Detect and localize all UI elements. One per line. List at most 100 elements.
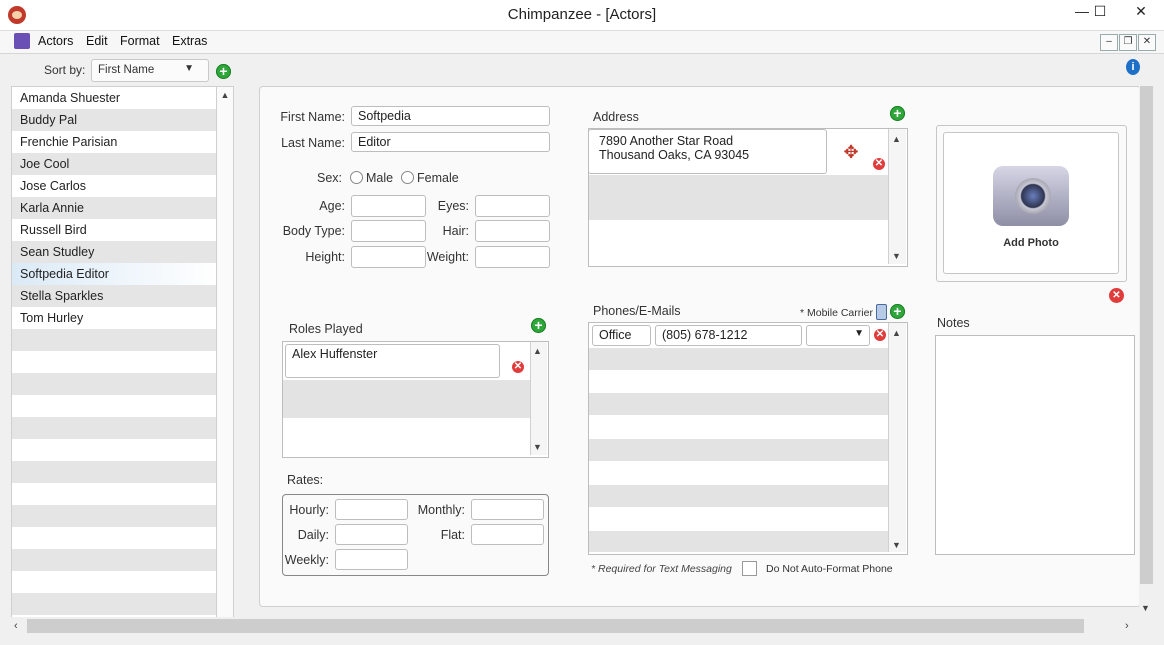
mdi-minimize-icon[interactable]: – (1100, 34, 1118, 51)
horizontal-scrollbar-thumb[interactable] (27, 619, 1084, 633)
hair-label: Hair: (442, 224, 469, 238)
chevron-down-icon: ▼ (854, 328, 864, 339)
delete-address-icon[interactable]: ✕ (873, 158, 885, 170)
sort-select-value: First Name (98, 64, 155, 76)
last-name-field[interactable]: Editor (351, 132, 550, 152)
monthly-label: Monthly: (417, 503, 465, 517)
sort-label: Sort by: (44, 63, 86, 77)
last-name-label: Last Name: (281, 136, 345, 150)
weekly-field[interactable] (335, 549, 408, 570)
actor-row[interactable]: Frenchie Parisian (12, 131, 217, 153)
female-radio[interactable] (401, 171, 414, 184)
phones-scrollbar[interactable] (888, 323, 906, 552)
add-role-icon[interactable]: + (531, 318, 546, 333)
camera-icon (993, 166, 1069, 226)
eyes-field[interactable] (475, 195, 550, 217)
menu-extras[interactable]: Extras (172, 34, 207, 48)
hourly-label: Hourly: (289, 503, 329, 517)
no-autoformat-checkbox[interactable] (742, 561, 757, 576)
actor-row[interactable]: Amanda Shuester (12, 87, 217, 109)
carrier-select[interactable]: ▼ (806, 325, 870, 346)
male-label: Male (366, 171, 394, 185)
add-photo-label: Add Photo (1003, 237, 1059, 249)
window-title: Chimpanzee - [Actors] (507, 6, 657, 23)
add-phone-icon[interactable]: + (890, 304, 905, 319)
actor-row[interactable]: Tom Hurley (12, 307, 217, 329)
role-item[interactable]: Alex Huffenster (285, 344, 500, 378)
maximize-icon[interactable]: ☐ (1082, 0, 1118, 22)
close-icon[interactable]: ✕ (1118, 0, 1164, 22)
actor-row[interactable]: Jose Carlos (12, 175, 217, 197)
empty-row (12, 329, 217, 351)
scroll-up-icon[interactable]: ▲ (533, 346, 542, 356)
notes-textarea[interactable] (935, 335, 1135, 555)
phone-number-field[interactable]: (805) 678-1212 (655, 325, 802, 346)
scroll-down-icon[interactable]: ▼ (533, 442, 542, 452)
phone-type-field[interactable]: Office (592, 325, 651, 346)
add-photo-button[interactable]: Add Photo (943, 132, 1119, 274)
sort-select[interactable]: First Name ▼ (91, 59, 209, 82)
scroll-up-icon[interactable]: ▲ (892, 134, 901, 144)
required-note: * Required for Text Messaging (591, 563, 732, 575)
actor-row[interactable]: Stella Sparkles (12, 285, 217, 307)
flat-label: Flat: (440, 528, 465, 542)
empty-row (12, 549, 217, 571)
info-icon[interactable]: i (1126, 59, 1140, 75)
compass-map-icon[interactable]: ✥ (839, 140, 863, 164)
actor-list-scrollbar[interactable]: ▲ (216, 86, 234, 618)
empty-row (589, 348, 888, 370)
age-field[interactable] (351, 195, 426, 217)
monthly-field[interactable] (471, 499, 544, 520)
empty-row (589, 439, 888, 461)
mobile-phone-icon[interactable] (876, 304, 887, 320)
scroll-up-icon[interactable]: ▲ (217, 90, 233, 100)
actor-list: Amanda Shuester Buddy Pal Frenchie Paris… (11, 86, 218, 618)
roles-scrollbar[interactable] (530, 342, 547, 455)
address-scrollbar[interactable] (888, 129, 906, 264)
empty-row (12, 417, 217, 439)
vertical-scrollbar-thumb[interactable] (1140, 86, 1153, 584)
actor-row-selected[interactable]: Softpedia Editor (12, 263, 217, 285)
chevron-down-icon: ▼ (184, 63, 194, 74)
actor-row[interactable]: Buddy Pal (12, 109, 217, 131)
menu-actors[interactable]: Actors (38, 34, 73, 48)
add-address-icon[interactable]: + (890, 106, 905, 121)
hair-field[interactable] (475, 220, 550, 242)
add-actor-icon[interactable]: + (216, 64, 231, 79)
address-field[interactable]: 7890 Another Star Road Thousand Oaks, CA… (588, 129, 827, 174)
daily-field[interactable] (335, 524, 408, 545)
body-type-field[interactable] (351, 220, 426, 242)
flat-field[interactable] (471, 524, 544, 545)
scroll-down-icon[interactable]: ▼ (1141, 603, 1150, 613)
first-name-label: First Name: (280, 110, 345, 124)
mdi-close-icon[interactable]: ✕ (1138, 34, 1156, 51)
actor-row[interactable]: Joe Cool (12, 153, 217, 175)
weight-field[interactable] (475, 246, 550, 268)
actor-row[interactable]: Russell Bird (12, 219, 217, 241)
body-type-label: Body Type: (282, 224, 345, 238)
mobile-carrier-label: * Mobile Carrier (800, 307, 873, 319)
scroll-down-icon[interactable]: ▼ (892, 251, 901, 261)
scroll-down-icon[interactable]: ▼ (892, 540, 901, 550)
address-line2: Thousand Oaks, CA 93045 (599, 148, 750, 162)
delete-role-icon[interactable]: ✕ (512, 361, 524, 373)
height-field[interactable] (351, 246, 426, 268)
scroll-left-icon[interactable]: ‹ (14, 620, 18, 632)
first-name-field[interactable]: Softpedia (351, 106, 550, 126)
scroll-up-icon[interactable]: ▲ (892, 328, 901, 338)
hourly-field[interactable] (335, 499, 408, 520)
male-radio[interactable] (350, 171, 363, 184)
scroll-right-icon[interactable]: › (1125, 620, 1129, 632)
actor-row[interactable]: Sean Studley (12, 241, 217, 263)
menu-format[interactable]: Format (120, 34, 160, 48)
address-line1: 7890 Another Star Road (599, 134, 734, 148)
delete-photo-icon[interactable]: ✕ (1109, 288, 1124, 303)
delete-phone-icon[interactable]: ✕ (874, 329, 886, 341)
menu-edit[interactable]: Edit (86, 34, 108, 48)
sex-label: Sex: (316, 171, 342, 185)
empty-row (12, 593, 217, 615)
mdi-restore-icon[interactable]: ❐ (1119, 34, 1137, 51)
document-icon (14, 33, 30, 49)
actor-row[interactable]: Karla Annie (12, 197, 217, 219)
rates-label: Rates: (287, 473, 324, 487)
